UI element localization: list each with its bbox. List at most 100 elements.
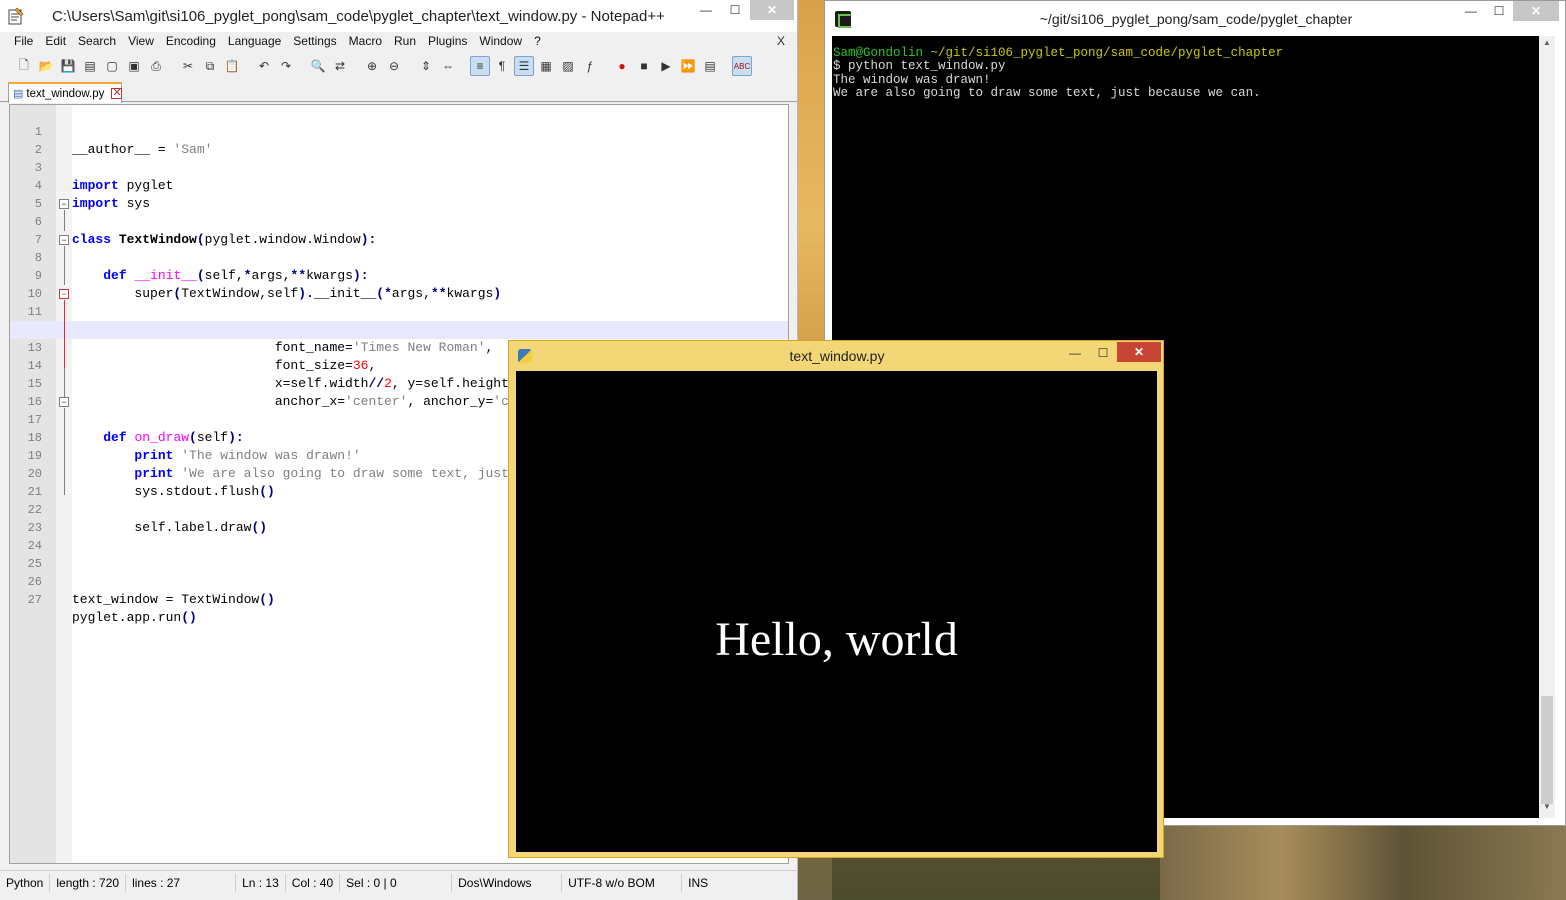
menu-window[interactable]: Window <box>473 32 528 52</box>
close-all-icon[interactable]: ▣ <box>124 56 144 76</box>
status-language: Python <box>0 873 51 892</box>
close-button[interactable]: ✕ <box>1513 1 1559 21</box>
zoom-in-icon[interactable]: ⊕ <box>362 56 382 76</box>
menu-view[interactable]: View <box>122 32 160 52</box>
status-eol: Dos\Windows <box>452 873 563 892</box>
code-line: 2 <box>10 123 788 157</box>
status-column: Col : 40 <box>286 873 341 892</box>
user-language-icon[interactable]: ▦ <box>536 56 556 76</box>
pyglet-canvas[interactable]: Hello, world <box>516 371 1157 852</box>
open-file-icon[interactable]: 📂 <box>36 56 56 76</box>
sync-horizontal-icon[interactable]: ⇔ <box>438 56 458 76</box>
print-icon[interactable]: ⎙ <box>146 56 166 76</box>
fold-toggle-icon[interactable]: − <box>59 397 69 407</box>
pyglet-window: text_window.py — ☐ ✕ Hello, world <box>508 340 1164 858</box>
notepad-titlebar[interactable]: C:\Users\Sam\git\si106_pyglet_pong\sam_c… <box>0 0 797 32</box>
save-macro-icon[interactable]: ▤ <box>700 56 720 76</box>
replace-icon[interactable]: ⇄ <box>330 56 350 76</box>
code-line: 5 <box>10 177 788 211</box>
scrollbar-thumb[interactable] <box>1541 696 1553 804</box>
maximize-button[interactable]: ☐ <box>722 0 748 20</box>
save-all-icon[interactable]: ▤ <box>80 56 100 76</box>
fold-toggle-icon[interactable]: − <box>59 235 69 245</box>
minimize-button[interactable]: — <box>692 0 720 20</box>
minimize-button[interactable]: — <box>1061 343 1089 363</box>
status-line: Ln : 13 <box>236 873 286 892</box>
maximize-button[interactable]: ☐ <box>1485 1 1513 21</box>
cut-icon[interactable]: ✂ <box>178 56 198 76</box>
tab-text-window[interactable]: ▤ text_window.py ✕ <box>8 82 123 103</box>
desktop-background-bottom <box>1160 820 1566 900</box>
terminal-output-line: We are also going to draw some text, jus… <box>833 86 1261 101</box>
menu-file[interactable]: File <box>8 32 39 52</box>
notepad-title: C:\Users\Sam\git\si106_pyglet_pong\sam_c… <box>52 8 665 25</box>
menu-edit[interactable]: Edit <box>39 32 72 52</box>
menu-search[interactable]: Search <box>72 32 122 52</box>
redo-icon[interactable]: ↷ <box>276 56 296 76</box>
code-line: 9 super(TextWindow,self).__init__(*args,… <box>10 249 788 301</box>
spell-check-icon[interactable]: ABC <box>732 56 752 76</box>
terminal-title: ~/git/si106_pyglet_pong/sam_code/pyglet_… <box>1039 11 1353 27</box>
menu-macro[interactable]: Macro <box>343 32 388 52</box>
pyglet-titlebar[interactable]: text_window.py — ☐ ✕ <box>509 341 1163 371</box>
find-icon[interactable]: 🔍 <box>308 56 328 76</box>
terminal-prompt: Sam@Gondolin ~/git/si106_pyglet_pong/sam… <box>833 46 1539 60</box>
status-length: length : 720 <box>50 873 127 892</box>
scroll-down-icon[interactable]: ▼ <box>1539 802 1555 816</box>
code-line: 4 import sys <box>10 159 788 211</box>
close-document-button[interactable]: X <box>777 34 785 48</box>
copy-icon[interactable]: ⧉ <box>200 56 220 76</box>
fold-toggle-icon[interactable]: − <box>59 289 69 299</box>
doc-map-icon[interactable]: ▨ <box>558 56 578 76</box>
menu-run[interactable]: Run <box>388 32 422 52</box>
new-file-icon[interactable]: 🗋 <box>14 56 34 76</box>
show-all-chars-icon[interactable]: ¶ <box>492 56 512 76</box>
scroll-up-icon[interactable]: ▲ <box>1539 38 1555 52</box>
zoom-out-icon[interactable]: ⊖ <box>384 56 404 76</box>
tab-close-icon[interactable]: ✕ <box>111 88 123 99</box>
fold-toggle-icon[interactable]: − <box>59 199 69 209</box>
fold-line <box>64 368 65 397</box>
fold-line <box>64 210 65 231</box>
code-line: 1 __author__ = 'Sam' <box>10 105 788 157</box>
code-line: 8 def __init__(self,*args,**kwargs): <box>10 231 788 283</box>
record-macro-icon[interactable]: ● <box>612 56 632 76</box>
status-bar: Python length : 720 lines : 27 Ln : 13 C… <box>0 870 798 894</box>
stop-macro-icon[interactable]: ■ <box>634 56 654 76</box>
code-line-current: 13 font_size=36, <box>10 321 788 373</box>
status-lines: lines : 27 <box>126 873 237 892</box>
save-icon[interactable]: 💾 <box>58 56 78 76</box>
menu-encoding[interactable]: Encoding <box>160 32 222 52</box>
tab-bar: ▤ text_window.py ✕ <box>0 80 797 103</box>
notepad-app-icon <box>8 7 24 25</box>
terminal-command: $ python text_window.py <box>833 59 1006 74</box>
maximize-button[interactable]: ☐ <box>1089 343 1117 363</box>
fold-line <box>64 246 65 285</box>
function-list-icon[interactable]: ƒ <box>580 56 600 76</box>
close-button[interactable]: ✕ <box>1117 342 1161 362</box>
indent-guide-icon[interactable]: ☰ <box>514 56 534 76</box>
run-macro-multiple-icon[interactable]: ⏩ <box>678 56 698 76</box>
paste-icon[interactable]: 📋 <box>222 56 242 76</box>
undo-icon[interactable]: ↶ <box>254 56 274 76</box>
minimize-button[interactable]: — <box>1457 1 1485 21</box>
menu-language[interactable]: Language <box>222 32 287 52</box>
menu-settings[interactable]: Settings <box>287 32 342 52</box>
fold-line <box>64 408 65 495</box>
close-button[interactable]: ✕ <box>750 0 794 20</box>
menu-plugins[interactable]: Plugins <box>422 32 473 52</box>
code-line: 10 <box>10 267 788 301</box>
close-file-icon[interactable]: ▢ <box>102 56 122 76</box>
toolbar: 🗋 📂 💾 ▤ ▢ ▣ ⎙ ✂ ⧉ 📋 ↶ ↷ 🔍 ⇄ ⊕ ⊖ ⇕ ⇔ ≡ ¶ … <box>0 52 797 80</box>
terminal-titlebar[interactable]: ~/git/si106_pyglet_pong/sam_code/pyglet_… <box>825 1 1565 35</box>
hello-world-label: Hello, world <box>715 613 958 666</box>
word-wrap-icon[interactable]: ≡ <box>470 56 490 76</box>
prompt-path: ~/git/si106_pyglet_pong/sam_code/pyglet_… <box>923 46 1284 60</box>
status-insert-mode: INS <box>688 875 709 890</box>
menu-help[interactable]: ? <box>528 32 547 52</box>
terminal-scrollbar[interactable]: ▲ ▼ <box>1539 36 1555 818</box>
play-macro-icon[interactable]: ▶ <box>656 56 676 76</box>
menu-bar: File Edit Search View Encoding Language … <box>0 32 797 52</box>
code-line: 6 class TextWindow(pyglet.window.Window)… <box>10 195 788 247</box>
sync-vertical-icon[interactable]: ⇕ <box>416 56 436 76</box>
